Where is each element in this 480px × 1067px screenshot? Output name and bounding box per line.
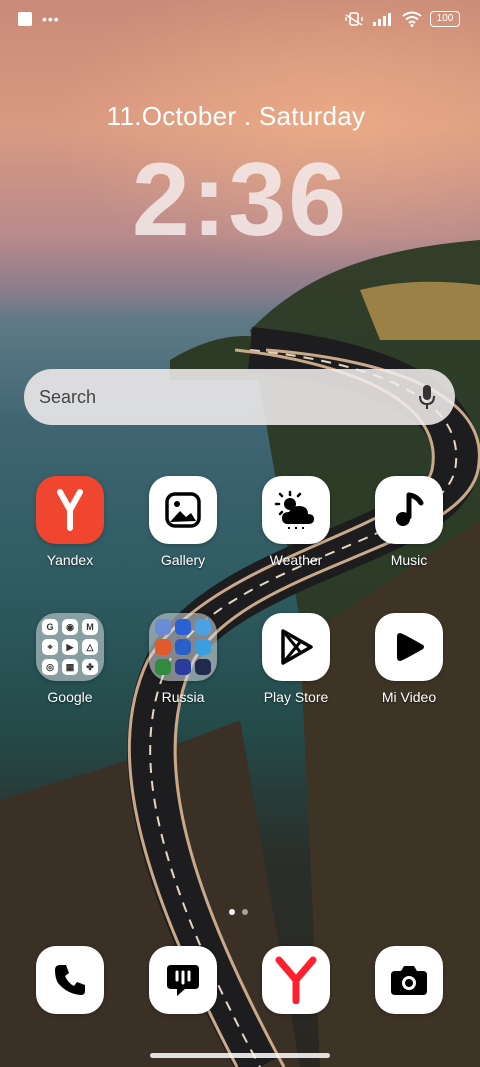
russia-folder-icon <box>149 613 217 681</box>
google-folder-icon: G ◉ M ⌖ ▶ △ ◎ ▦ ✤ <box>36 613 104 681</box>
dock-camera[interactable] <box>375 946 443 1014</box>
signal-icon <box>373 13 391 26</box>
app-label: Music <box>390 552 428 568</box>
russia-app-6-icon <box>195 639 211 655</box>
app-label: Weather <box>269 552 323 568</box>
russia-app-7-icon <box>155 659 171 675</box>
app-label: Mi Video <box>381 689 437 705</box>
maps-mini-icon: ⌖ <box>42 639 58 655</box>
russia-app-5-icon <box>175 639 191 655</box>
app-label: Google <box>47 689 93 705</box>
app-label: Gallery <box>160 552 206 568</box>
phone-icon <box>55 965 85 995</box>
clock-time[interactable]: 2:36 <box>0 140 480 260</box>
gallery-icon <box>149 476 217 544</box>
play-store-icon <box>262 613 330 681</box>
battery-icon: 100 <box>430 11 460 27</box>
app-yandex[interactable]: Yandex <box>15 476 125 568</box>
app-music[interactable]: Music <box>354 476 464 568</box>
weather-icon <box>262 476 330 544</box>
app-label: Play Store <box>263 689 329 705</box>
google-app-mini-icon: G <box>42 619 58 635</box>
mic-icon[interactable] <box>417 383 437 411</box>
page-indicator <box>229 909 248 915</box>
lockscreen-date: 11.October . Saturday <box>106 101 366 131</box>
app-mi-video[interactable]: Mi Video <box>354 613 464 705</box>
russia-app-1-icon <box>155 619 171 635</box>
russia-app-8-icon <box>175 659 191 675</box>
chrome-mini-icon: ◉ <box>62 619 78 635</box>
yandex-icon <box>36 476 104 544</box>
wifi-icon <box>402 11 422 27</box>
more-dots-icon: ••• <box>42 11 60 27</box>
app-play-store[interactable]: Play Store <box>241 613 351 705</box>
vibrate-off-icon <box>345 12 363 26</box>
status-bar: ••• 100 <box>0 0 480 40</box>
dock-messages[interactable] <box>149 946 217 1014</box>
dock-yandex-browser[interactable] <box>262 946 330 1014</box>
messages-icon <box>167 965 199 996</box>
russia-app-2-icon <box>175 619 191 635</box>
photos-mini-icon: ▦ <box>62 659 78 675</box>
music-mini-icon: ◎ <box>42 659 58 675</box>
folder-google[interactable]: G ◉ M ⌖ ▶ △ ◎ ▦ ✤ Google <box>15 613 125 705</box>
dock-phone[interactable] <box>36 946 104 1014</box>
pinwheel-mini-icon: ✤ <box>82 659 98 675</box>
search-bar[interactable]: Search <box>24 369 455 425</box>
app-label: Yandex <box>46 552 94 568</box>
page-dot-active <box>229 909 235 915</box>
folder-russia[interactable]: Russia <box>128 613 238 705</box>
home-screen: ••• 100 11.October . Saturday 2:36 Searc… <box>0 0 480 1067</box>
app-label: Russia <box>161 689 205 705</box>
notification-square-icon <box>18 12 32 26</box>
gmail-mini-icon: M <box>82 619 98 635</box>
app-weather[interactable]: Weather <box>241 476 351 568</box>
music-note-icon <box>375 476 443 544</box>
yandex-browser-icon <box>275 956 317 1004</box>
russia-app-9-icon <box>195 659 211 675</box>
youtube-mini-icon: ▶ <box>62 639 78 655</box>
russia-app-3-icon <box>195 619 211 635</box>
page-dot <box>242 909 248 915</box>
app-gallery[interactable]: Gallery <box>128 476 238 568</box>
russia-app-4-icon <box>155 639 171 655</box>
drive-mini-icon: △ <box>82 639 98 655</box>
search-placeholder: Search <box>39 387 97 407</box>
camera-icon <box>391 966 427 995</box>
play-icon <box>375 613 443 681</box>
gesture-home-bar[interactable] <box>150 1053 330 1058</box>
